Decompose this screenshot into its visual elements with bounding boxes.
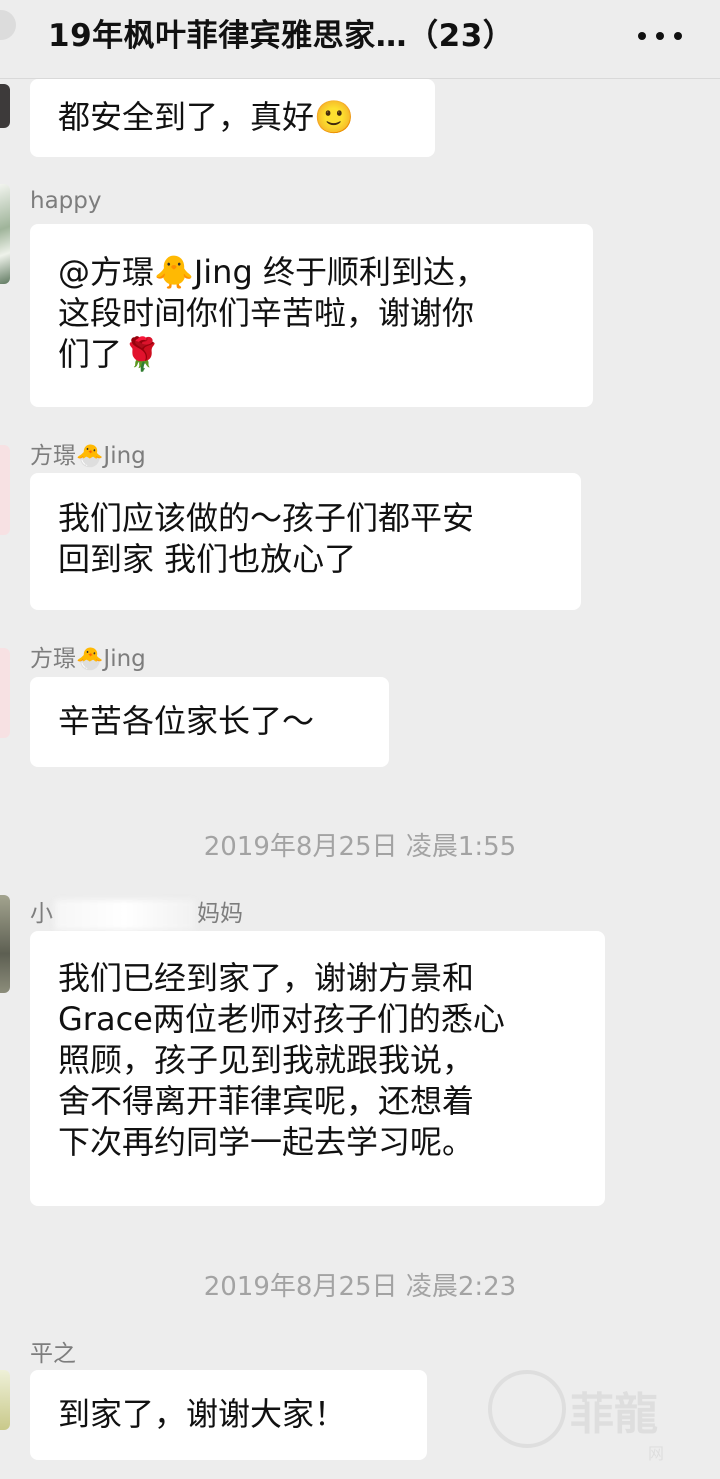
message-bubble[interactable]: 我们应该做的～孩子们都平安 回到家 我们也放心了 [30,473,581,610]
message-line: 到家了，谢谢大家！ [58,1395,347,1433]
message-bubble[interactable]: 到家了，谢谢大家！ [30,1370,427,1460]
message-line: 舍不得离开菲律宾呢，还想着 [58,1082,475,1120]
message-line: Grace两位老师对孩子们的悉心 [58,1000,505,1038]
back-button[interactable] [0,10,16,40]
avatar[interactable] [0,1370,10,1430]
blurred-name [55,899,195,930]
message-line: 照顾，孩子见到我就跟我说， [58,1041,475,1079]
timestamp: 2019年8月25日 凌晨2:23 [203,1272,517,1302]
message-bubble[interactable]: 我们已经到家了，谢谢方景和 Grace两位老师对孩子们的悉心 照顾，孩子见到我就… [30,931,605,1206]
message-line: 回到家 我们也放心了 [58,540,357,578]
sender-name: 平之 [30,1341,76,1367]
hatching-chick-icon: 🐣 [76,647,104,672]
timestamp: 2019年8月25日 凌晨1:55 [203,832,517,862]
more-dots-icon[interactable] [638,30,682,42]
avatar[interactable] [0,84,10,128]
message-line: @方璟🐥Jing 终于顺利到达， [58,253,487,291]
sender-name: 小妈妈 [30,894,243,930]
avatar[interactable] [0,895,10,993]
message-bubble[interactable]: @方璟🐥Jing 终于顺利到达， 这段时间你们辛苦啦，谢谢你 们了🌹 [30,224,593,407]
sender-name: happy [30,188,102,214]
hatching-chick-icon: 🐣 [76,444,104,469]
message-bubble[interactable]: 辛苦各位家长了～ [30,677,389,767]
message-line: 都安全到了，真好🙂 [58,98,354,136]
sender-name: 方璟🐣Jing [30,443,146,469]
sender-name: 方璟🐣Jing [30,646,146,672]
avatar[interactable] [0,184,10,284]
message-line: 这段时间你们辛苦啦，谢谢你 [58,294,475,332]
message-line: 下次再约同学一起去学习呢。 [58,1123,475,1161]
avatar[interactable] [0,445,10,535]
message-line: 辛苦各位家长了～ [58,702,315,740]
avatar[interactable] [0,648,10,738]
chat-title: 19年枫叶菲律宾雅思家…（23） [48,18,515,54]
message-line: 我们应该做的～孩子们都平安 [58,499,475,537]
chat-header: 19年枫叶菲律宾雅思家…（23） [0,0,720,79]
message-bubble[interactable]: 都安全到了，真好🙂 [30,79,435,157]
message-line: 们了🌹 [58,335,162,373]
message-line: 我们已经到家了，谢谢方景和 [58,959,475,997]
watermark-logo: 菲龍 网 [488,1360,718,1470]
